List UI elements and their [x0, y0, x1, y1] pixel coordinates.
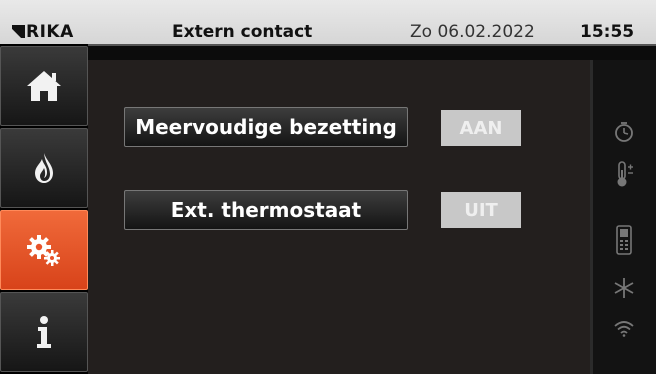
nav-home-button[interactable] [0, 46, 88, 126]
thermometer-icon [611, 160, 637, 188]
main-content: Meervoudige bezetting AAN Ext. thermosta… [88, 60, 590, 374]
date-display: Zo 06.02.2022 [410, 22, 535, 42]
status-column [590, 60, 656, 374]
gears-icon [27, 235, 60, 266]
side-nav [0, 44, 88, 374]
remote-icon [611, 225, 637, 255]
page-title: Extern contact [172, 22, 313, 42]
multiple-occupancy-state: AAN [441, 110, 521, 146]
multiple-occupancy-button[interactable]: Meervoudige bezetting [124, 107, 408, 147]
logo-mark-icon [12, 25, 25, 38]
ext-thermostat-state: UIT [441, 192, 521, 228]
header-strip [88, 44, 656, 60]
flame-icon [35, 153, 53, 183]
snowflake-icon [611, 274, 637, 302]
clock-icon [611, 118, 637, 146]
wifi-icon [611, 314, 637, 342]
info-icon [37, 316, 51, 348]
brand-logo: RIKA [12, 22, 74, 42]
logo-text: RIKA [26, 22, 74, 42]
home-icon [27, 71, 61, 101]
ext-thermostat-button[interactable]: Ext. thermostaat [124, 190, 408, 230]
nav-info-button[interactable] [0, 292, 88, 372]
nav-settings-button[interactable] [0, 210, 88, 290]
nav-heating-button[interactable] [0, 128, 88, 208]
time-display: 15:55 [580, 22, 635, 42]
